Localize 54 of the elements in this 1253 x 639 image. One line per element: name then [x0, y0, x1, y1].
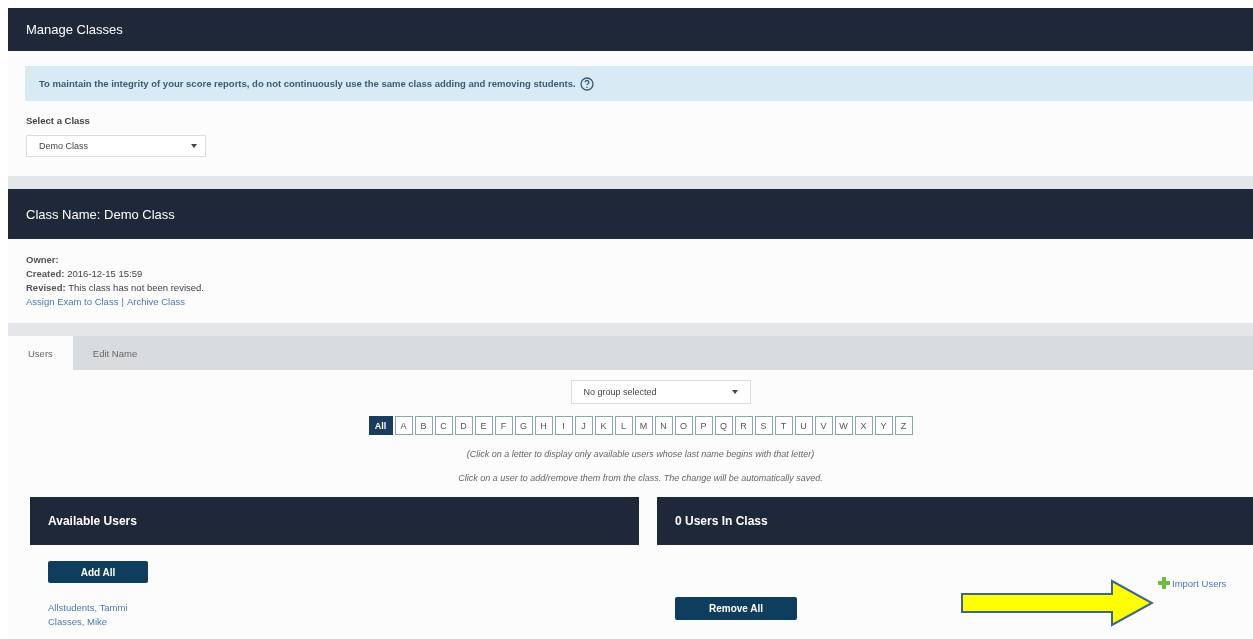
letter-filter[interactable]: T: [774, 416, 793, 435]
letter-filter[interactable]: F: [494, 416, 513, 435]
letter-filter[interactable]: J: [574, 416, 593, 435]
letter-filter[interactable]: Z: [894, 416, 913, 435]
letter-filter[interactable]: G: [514, 416, 533, 435]
letter-filter[interactable]: X: [854, 416, 873, 435]
letter-filter[interactable]: S: [754, 416, 773, 435]
letter-filter[interactable]: A: [394, 416, 413, 435]
class-action-link[interactable]: Assign Exam to Class: [26, 295, 119, 309]
alert-text: To maintain the integrity of your score reports, do not continuously use the same class adding and removing students.: [39, 78, 576, 89]
user-link[interactable]: Classes, Mike: [48, 615, 108, 629]
letter-filter[interactable]: C: [434, 416, 453, 435]
letter-filter[interactable]: I: [554, 416, 573, 435]
class-name-title: Class Name: Demo Class: [26, 206, 175, 222]
panel-title: 0 Users In Class: [675, 514, 768, 528]
help-icon[interactable]: [579, 76, 594, 91]
panel-title: Available Users: [48, 514, 137, 528]
letter-filter[interactable]: P: [694, 416, 713, 435]
detail-line: Revised: This class has not been revised.: [26, 281, 205, 295]
letter-filter[interactable]: R: [734, 416, 753, 435]
letter-filter[interactable]: H: [534, 416, 553, 435]
detail-line: Owner:: [26, 253, 60, 267]
group-select[interactable]: No group selected: [570, 380, 751, 404]
letter-filter[interactable]: B: [414, 416, 433, 435]
letter-filter[interactable]: M: [634, 416, 653, 435]
class-action-link[interactable]: Archive Class: [126, 295, 185, 309]
letter-filter[interactable]: N: [654, 416, 673, 435]
letter-filter[interactable]: W: [834, 416, 853, 435]
caret-icon: [191, 144, 197, 148]
letter-filter[interactable]: U: [794, 416, 813, 435]
letter-filter[interactable]: V: [814, 416, 833, 435]
user-link[interactable]: Allstudents, Tammi: [48, 601, 128, 615]
select-label: Select a Class: [26, 115, 91, 126]
page-title: Manage Classes: [26, 22, 123, 37]
hint-text: Click on a user to add/remove them from the class. The change will be automatically saved.: [458, 473, 823, 483]
tab[interactable]: Edit Name: [72, 336, 158, 370]
class-select[interactable]: Demo Class: [26, 135, 206, 157]
link-separator: |: [121, 295, 124, 309]
letter-filter[interactable]: E: [474, 416, 493, 435]
caret-icon: [731, 390, 738, 394]
letter-filter[interactable]: Q: [714, 416, 733, 435]
letter-filter[interactable]: All: [368, 416, 393, 435]
letter-filter[interactable]: O: [674, 416, 693, 435]
letter-filter[interactable]: L: [614, 416, 633, 435]
detail-line: Created: 2016-12-15 15:59: [26, 267, 144, 281]
remove-all-button[interactable]: Remove All: [675, 596, 797, 620]
tab[interactable]: Users: [8, 336, 73, 370]
letter-filter[interactable]: K: [594, 416, 613, 435]
hint-text: (Click on a letter to display only available users whose last name begins with that letter): [466, 449, 815, 459]
letter-filter[interactable]: Y: [874, 416, 893, 435]
import-users-link[interactable]: Import Users: [1158, 577, 1227, 589]
letter-filter[interactable]: D: [454, 416, 473, 435]
plus-icon: [1158, 577, 1170, 589]
add-all-button[interactable]: Add All: [48, 561, 148, 583]
